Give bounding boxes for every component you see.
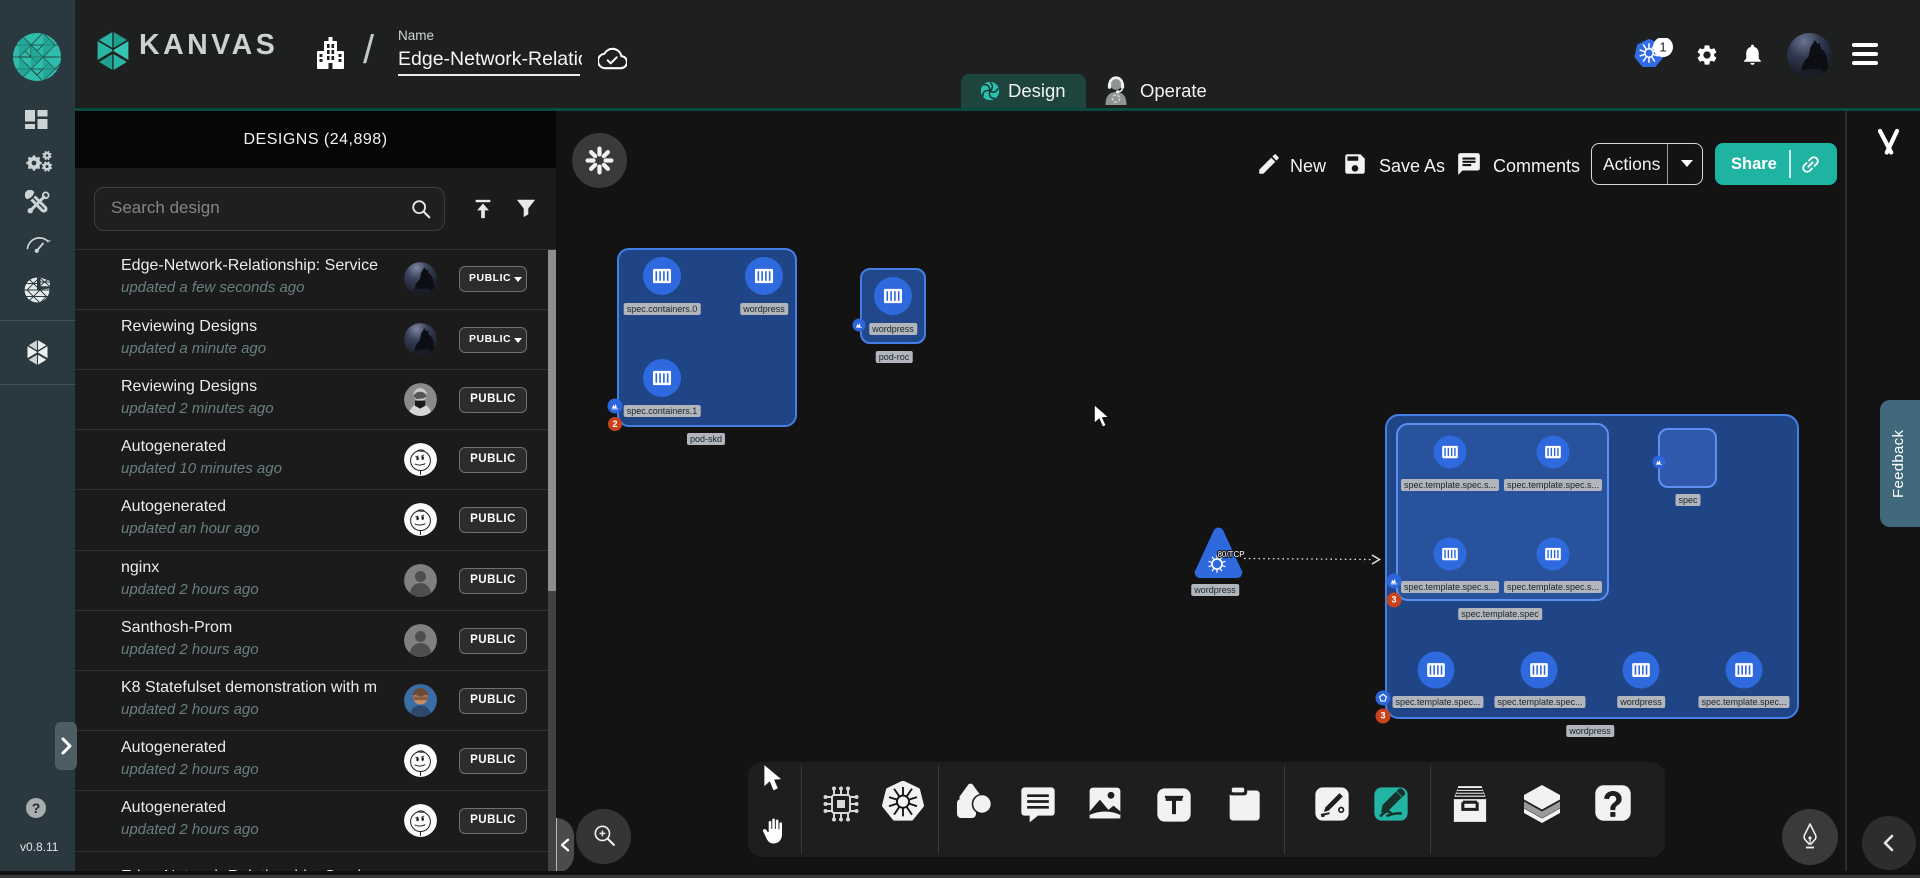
svg-text:1: 1 (1659, 40, 1666, 55)
svg-text:80/TCP: 80/TCP (1217, 550, 1244, 559)
